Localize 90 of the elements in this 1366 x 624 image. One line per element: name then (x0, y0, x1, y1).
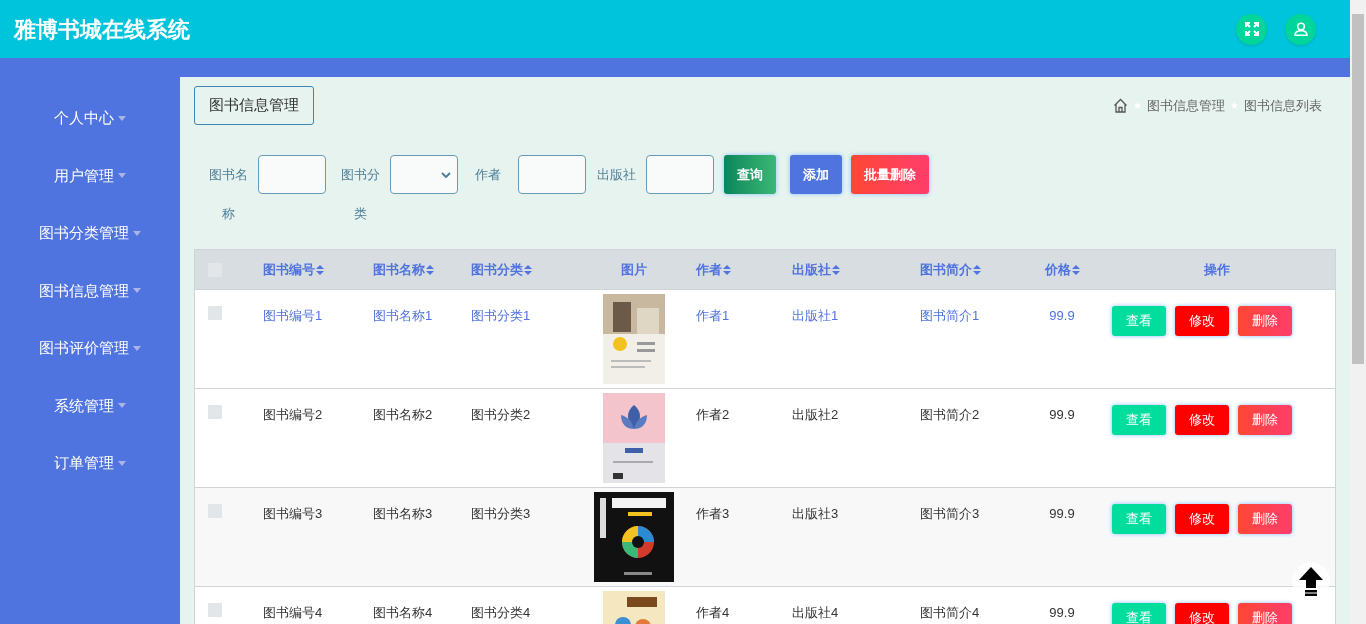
column-header[interactable]: 出版社 (792, 259, 840, 280)
table-cell-text: 出版社1 (792, 307, 839, 325)
sidebar-item[interactable]: 用户管理 (54, 164, 126, 187)
text-field[interactable] (258, 155, 326, 194)
table-row[interactable]: 图书编号3 图书名称3 图书分类3 作者3 出版社3 图书简介3 99.9 查看 修改 删除 (195, 487, 1335, 586)
table-cell-text: 图书名称4 (373, 604, 433, 622)
text-field[interactable] (646, 155, 714, 194)
table-cell-text: 99.9 (1049, 505, 1075, 523)
scrollbar[interactable] (1350, 0, 1366, 624)
action-button[interactable]: 添加 (790, 155, 842, 194)
table-cell-text: 图书简介2 (920, 406, 980, 424)
table-cell-text: 出版社3 (792, 505, 839, 523)
checkbox[interactable] (208, 603, 222, 617)
fullscreen-button[interactable] (1236, 13, 1267, 45)
column-header: 图片 (620, 260, 647, 279)
user-icon (1293, 22, 1308, 36)
caret-icon (118, 115, 126, 121)
row-action-button[interactable]: 删除 (1238, 306, 1292, 336)
caret-icon (118, 403, 126, 409)
caret-icon (133, 345, 141, 351)
table-cell-text: 图书分类1 (471, 307, 531, 325)
caret-icon (118, 173, 126, 179)
table-cell-text: 出版社4 (792, 604, 839, 622)
filter-label: 出版社 (595, 166, 637, 184)
table-cell-text: 图书编号1 (263, 307, 323, 325)
dropdown-field[interactable] (390, 155, 458, 194)
home-icon[interactable] (1113, 98, 1128, 113)
table-cell-text: 作者4 (696, 604, 730, 622)
sidebar-item[interactable]: 图书信息管理 (39, 279, 141, 302)
row-action-button[interactable]: 删除 (1238, 405, 1292, 435)
filter-label: 作者 (474, 166, 502, 184)
row-action-button[interactable]: 修改 (1175, 405, 1229, 435)
chevron-down-icon (441, 171, 451, 178)
table-cell-text: 出版社2 (792, 406, 839, 424)
filter-label: 图书分类 (339, 166, 381, 223)
text-field[interactable] (518, 155, 586, 194)
user-button[interactable] (1285, 13, 1316, 45)
sidebar-item[interactable]: 图书评价管理 (39, 337, 141, 360)
action-button[interactable]: 批量删除 (851, 155, 929, 194)
row-action-button[interactable]: 删除 (1238, 504, 1292, 534)
row-action-button[interactable]: 修改 (1175, 603, 1229, 624)
table-cell-text: 图书分类4 (471, 604, 531, 622)
table-cell-text: 图书分类3 (471, 505, 531, 523)
page-title: 图书信息管理 (194, 86, 314, 125)
column-header[interactable]: 价格 (1044, 259, 1080, 280)
star-icon (1134, 102, 1141, 109)
table-cell-text: 图书编号3 (263, 505, 323, 523)
table-cell-text: 图书名称1 (373, 307, 433, 325)
column-header[interactable]: 作者 (696, 259, 731, 280)
breadcrumb-item[interactable]: 图书信息管理 (1147, 95, 1225, 116)
table-cell-text: 作者3 (696, 505, 730, 523)
table-cell-text: 图书简介4 (920, 604, 980, 622)
column-header[interactable]: 图书简介 (920, 259, 981, 280)
table-cell-text: 99.9 (1049, 406, 1075, 424)
checkbox[interactable] (208, 306, 222, 320)
action-button[interactable]: 查询 (724, 155, 776, 194)
table-row[interactable]: 图书编号4 图书名称4 图书分类4 作者4 出版社4 图书简介4 99.9 查看 修改 删除 (195, 586, 1335, 624)
caret-icon (133, 230, 141, 236)
column-header[interactable]: 图书编号 (263, 259, 324, 280)
caret-icon (133, 288, 141, 294)
sidebar-item[interactable]: 系统管理 (54, 394, 126, 417)
table-cell-text: 图书编号2 (263, 406, 323, 424)
table-cell-text: 图书编号4 (263, 604, 323, 622)
column-header: 操作 (1204, 260, 1230, 279)
expand-icon (1244, 22, 1259, 36)
filter-label: 图书名称 (207, 166, 249, 223)
checkbox[interactable] (208, 405, 222, 419)
column-header[interactable]: 图书分类 (471, 259, 532, 280)
breadcrumb-item[interactable]: 图书信息列表 (1244, 95, 1322, 116)
table-cell-text: 图书简介3 (920, 505, 980, 523)
up-arrow-icon (1298, 566, 1324, 596)
star-icon (1231, 102, 1238, 109)
table-cell-text: 99.9 (1049, 307, 1075, 325)
table-cell-text: 图书名称3 (373, 505, 433, 523)
column-header[interactable]: 图书名称 (373, 259, 434, 280)
row-action-button[interactable]: 修改 (1175, 306, 1229, 336)
sidebar-item[interactable]: 图书分类管理 (39, 222, 141, 245)
table-cell-text: 99.9 (1049, 604, 1075, 622)
app-title: 雅博书城在线系统 (14, 15, 190, 44)
table-cell-text: 图书名称2 (373, 406, 433, 424)
caret-icon (118, 460, 126, 466)
sidebar-item[interactable]: 个人中心 (54, 107, 126, 130)
row-action-button[interactable]: 修改 (1175, 504, 1229, 534)
table-cell-text: 图书简介1 (920, 307, 980, 325)
table-cell-text: 图书分类2 (471, 406, 531, 424)
scrollbar-thumb[interactable] (1352, 14, 1364, 364)
sidebar-item[interactable]: 订单管理 (54, 452, 126, 475)
table-cell-text: 作者2 (696, 406, 730, 424)
row-action-button[interactable]: 删除 (1238, 603, 1292, 624)
table-cell-text: 作者1 (696, 307, 730, 325)
